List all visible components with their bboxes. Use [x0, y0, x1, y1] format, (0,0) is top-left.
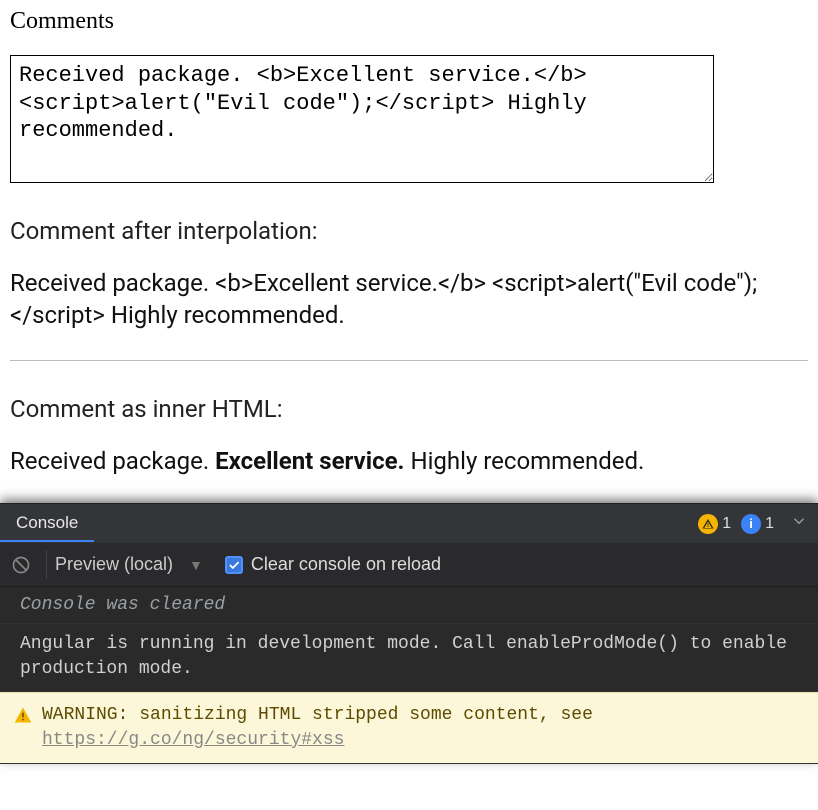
info-count[interactable]: i 1	[741, 514, 774, 534]
clear-on-reload-option[interactable]: Clear console on reload	[225, 554, 441, 575]
clear-on-reload-checkbox[interactable]	[225, 556, 243, 574]
info-count-value: 1	[765, 515, 774, 533]
warning-triangle-icon	[14, 706, 32, 724]
innerhtml-output: Received package. Excellent service. Hig…	[10, 445, 808, 477]
console-log: Console was cleared Angular is running i…	[0, 587, 818, 764]
context-label: Preview (local)	[55, 554, 173, 575]
devtools-tabs: Console 1 i 1	[0, 503, 818, 543]
comments-heading: Comments	[10, 8, 808, 35]
innerhtml-label: Comment as inner HTML:	[10, 395, 808, 423]
console-toolbar: Preview (local) ▼ Clear console on reloa…	[0, 543, 818, 587]
devtools-panel: Console 1 i 1 Preview (local) ▼	[0, 503, 818, 764]
comment-textarea[interactable]: Received package. <b>Excellent service.<…	[10, 55, 714, 183]
log-warning-prefix: WARNING: sanitizing HTML stripped some c…	[42, 705, 593, 725]
clear-console-icon[interactable]	[10, 554, 32, 576]
innerhtml-bold: Excellent service.	[215, 447, 404, 475]
log-info: Angular is running in development mode. …	[0, 624, 818, 691]
info-icon: i	[741, 514, 761, 534]
innerhtml-prefix: Received package.	[10, 447, 215, 475]
log-warning: WARNING: sanitizing HTML stripped some c…	[0, 692, 818, 764]
interpolation-label: Comment after interpolation:	[10, 217, 808, 245]
warning-count[interactable]: 1	[698, 514, 731, 534]
dropdown-icon: ▼	[189, 557, 203, 573]
clear-on-reload-label: Clear console on reload	[251, 554, 441, 575]
context-selector[interactable]: Preview (local) ▼	[46, 550, 211, 579]
log-meta: Console was cleared	[0, 587, 818, 624]
warning-count-value: 1	[722, 515, 731, 533]
warning-icon	[698, 514, 718, 534]
innerhtml-suffix: Highly recommended.	[405, 447, 645, 475]
chevron-down-icon[interactable]	[784, 512, 818, 536]
section-divider	[10, 360, 808, 361]
interpolation-output: Received package. <b>Excellent service.<…	[10, 267, 808, 332]
tab-console[interactable]: Console	[0, 504, 94, 543]
log-warning-link[interactable]: https://g.co/ng/security#xss	[42, 730, 344, 750]
